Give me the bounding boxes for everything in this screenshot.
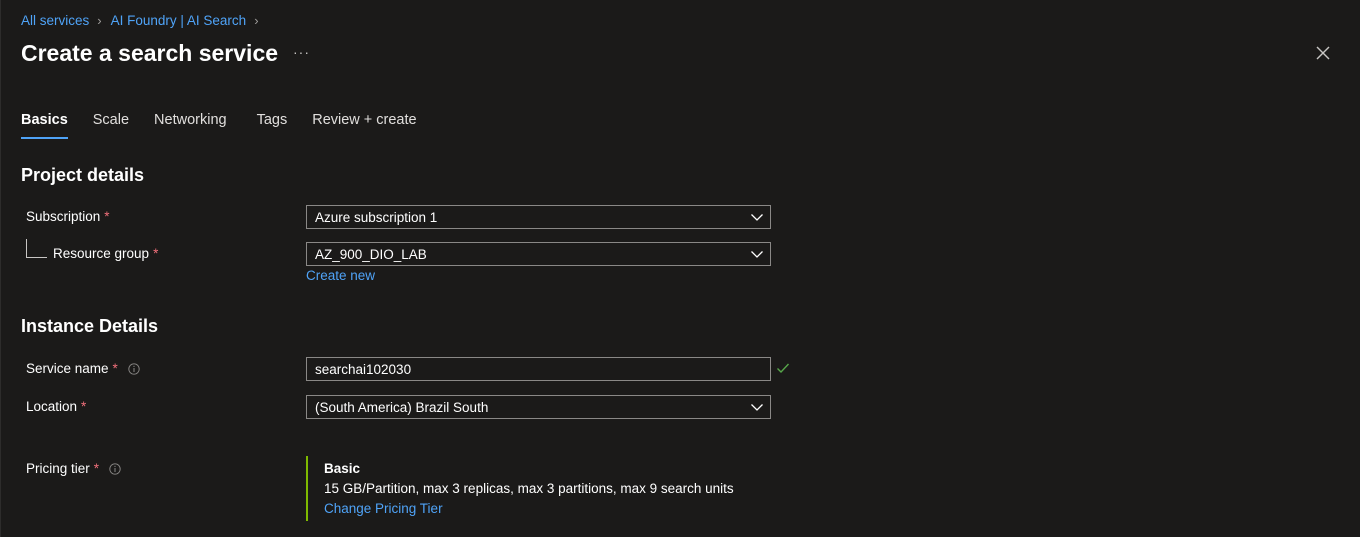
- required-marker: *: [104, 209, 110, 224]
- tab-list: Basics Scale Networking Tags Review + cr…: [21, 112, 442, 139]
- breadcrumb-chevron-icon: ›: [97, 12, 102, 28]
- resource-group-value: AZ_900_DIO_LAB: [315, 246, 427, 262]
- breadcrumb-ai-foundry-ai-search[interactable]: AI Foundry | AI Search: [111, 13, 247, 28]
- check-icon: [777, 363, 790, 374]
- pricing-tier-description: 15 GB/Partition, max 3 replicas, max 3 p…: [324, 481, 734, 496]
- tab-tags[interactable]: Tags: [257, 112, 288, 138]
- tree-connector-line: [26, 239, 47, 258]
- breadcrumb-all-services[interactable]: All services: [21, 13, 89, 28]
- subscription-label: Subscription *: [26, 209, 110, 224]
- tab-scale[interactable]: Scale: [93, 112, 129, 138]
- info-icon[interactable]: [128, 362, 140, 375]
- service-name-label: Service name *: [26, 361, 140, 376]
- subscription-dropdown[interactable]: Azure subscription 1: [306, 205, 771, 229]
- close-icon[interactable]: [1314, 44, 1332, 62]
- instance-details-heading: Instance Details: [21, 316, 159, 336]
- subscription-label-text: Subscription: [26, 209, 101, 224]
- more-icon[interactable]: ···: [293, 44, 310, 60]
- create-new-resource-group-link[interactable]: Create new: [306, 268, 375, 283]
- required-marker: *: [153, 246, 159, 261]
- location-label: Location *: [26, 399, 86, 414]
- info-icon[interactable]: [109, 462, 121, 475]
- create-search-service-blade: All services › AI Foundry | AI Search › …: [0, 0, 1360, 537]
- chevron-down-icon: [751, 214, 763, 221]
- subscription-value: Azure subscription 1: [315, 209, 438, 225]
- project-details-heading: Project details: [21, 165, 145, 185]
- required-marker: *: [93, 461, 100, 476]
- required-marker: *: [112, 361, 118, 376]
- location-value: (South America) Brazil South: [315, 399, 489, 415]
- page-title: Create a search service: [21, 40, 279, 66]
- pricing-tier-label-text: Pricing tier: [26, 461, 90, 476]
- pricing-tier-summary: Basic 15 GB/Partition, max 3 replicas, m…: [306, 456, 734, 521]
- resource-group-label: Resource group *: [53, 246, 158, 261]
- chevron-down-icon: [751, 404, 763, 411]
- breadcrumb-chevron-icon: ›: [254, 12, 259, 28]
- chevron-down-icon: [751, 251, 763, 258]
- tab-networking[interactable]: Networking: [154, 112, 227, 138]
- service-name-label-text: Service name: [26, 361, 109, 376]
- resource-group-dropdown[interactable]: AZ_900_DIO_LAB: [306, 242, 771, 266]
- service-name-value: searchai102030: [315, 361, 412, 377]
- resource-group-label-text: Resource group: [53, 246, 150, 261]
- breadcrumb: All services › AI Foundry | AI Search ›: [21, 11, 268, 29]
- pricing-tier-label: Pricing tier *: [26, 461, 121, 476]
- location-dropdown[interactable]: (South America) Brazil South: [306, 395, 771, 419]
- tab-review-create[interactable]: Review + create: [312, 112, 416, 138]
- service-name-input[interactable]: searchai102030: [306, 357, 771, 381]
- location-label-text: Location: [26, 399, 78, 414]
- tab-basics[interactable]: Basics: [21, 112, 68, 139]
- change-pricing-tier-link[interactable]: Change Pricing Tier: [324, 501, 734, 516]
- required-marker: *: [81, 399, 87, 414]
- pricing-tier-name: Basic: [324, 461, 361, 476]
